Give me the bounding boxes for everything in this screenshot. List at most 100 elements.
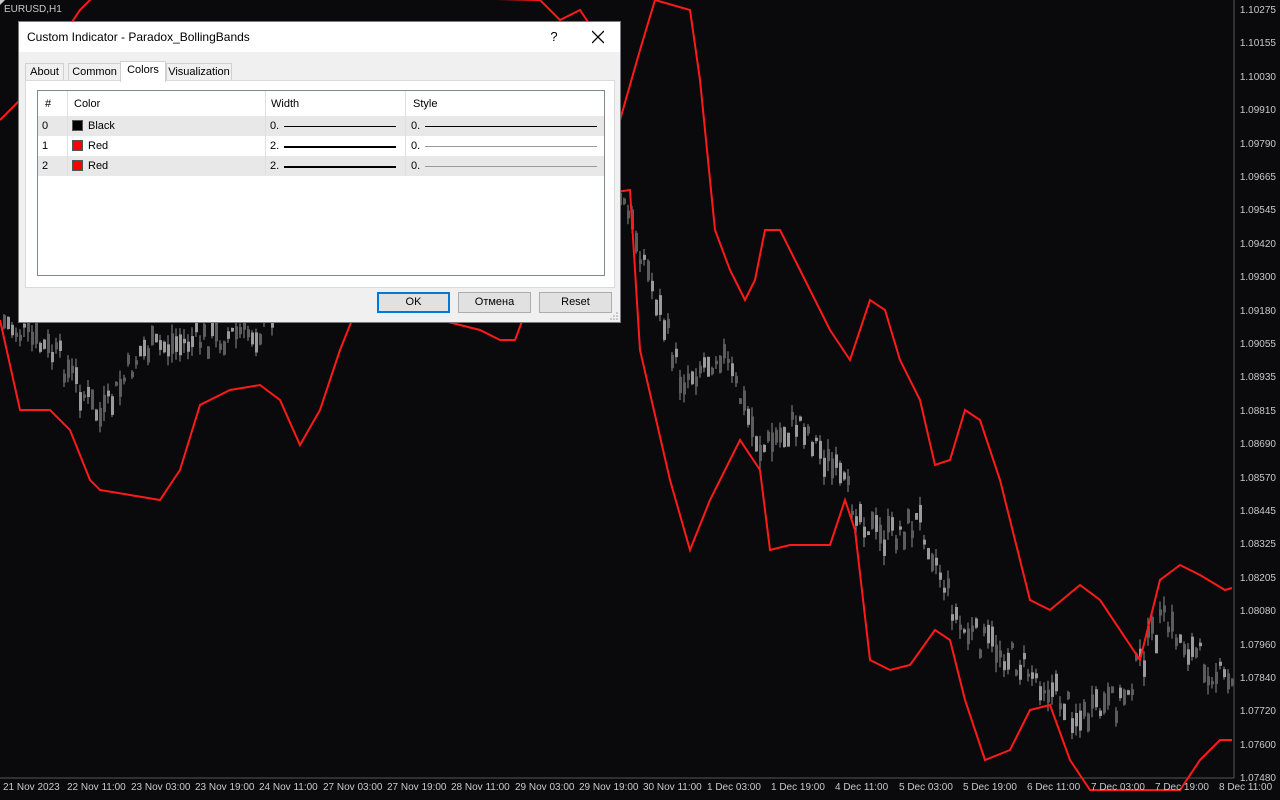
column-header-width[interactable]: Width: [266, 91, 406, 116]
candle: [259, 334, 262, 345]
row-index: 2: [42, 160, 49, 172]
candle: [919, 504, 922, 523]
candle: [991, 626, 994, 647]
column-header-index[interactable]: #: [38, 91, 68, 116]
candle: [1151, 616, 1154, 634]
candle: [103, 394, 106, 413]
candle: [151, 326, 154, 345]
time-tick-label: 21 Nov 2023: [3, 782, 60, 793]
candle: [127, 354, 130, 365]
grid-header: # Color Width Style: [38, 91, 604, 116]
candle: [759, 444, 762, 461]
dialog-title: Custom Indicator - Paradox_BollingBands: [27, 30, 250, 44]
candle: [1007, 652, 1010, 670]
style-line-sample: [425, 146, 597, 147]
candle: [775, 429, 778, 443]
candle: [639, 259, 642, 264]
table-row[interactable]: 0 Black 0. 0.: [38, 116, 604, 136]
candle: [755, 436, 758, 452]
cancel-button[interactable]: Отмена: [458, 292, 531, 313]
custom-indicator-dialog: Custom Indicator - Paradox_BollingBands …: [18, 21, 621, 323]
time-tick-label: 6 Dec 11:00: [1027, 782, 1081, 793]
candle: [1087, 713, 1090, 732]
resize-grip-icon[interactable]: [610, 312, 618, 320]
candle: [199, 342, 202, 348]
candle: [655, 299, 658, 316]
candle: [1095, 689, 1098, 708]
candle: [175, 336, 178, 352]
candle: [1035, 673, 1038, 679]
dialog-titlebar[interactable]: Custom Indicator - Paradox_BollingBands …: [19, 22, 620, 52]
candle: [707, 356, 710, 377]
candle: [995, 644, 998, 663]
candle: [1183, 643, 1186, 655]
color-select[interactable]: Black: [68, 116, 266, 136]
candle: [967, 628, 970, 645]
candle: [1119, 687, 1122, 699]
close-button[interactable]: [585, 26, 611, 48]
candle: [711, 367, 714, 375]
candle: [815, 437, 818, 442]
candle: [847, 475, 850, 486]
width-select[interactable]: 0.: [266, 116, 406, 136]
candle: [1051, 682, 1054, 697]
candle: [91, 389, 94, 410]
candle: [819, 440, 822, 459]
ok-button[interactable]: OK: [377, 292, 450, 313]
reset-button[interactable]: Reset: [539, 292, 612, 313]
style-select[interactable]: 0.: [406, 156, 604, 176]
tab-visualization[interactable]: Visualization: [166, 63, 232, 81]
width-select[interactable]: 2.: [266, 156, 406, 176]
candle: [1055, 673, 1058, 692]
candle: [827, 449, 830, 462]
column-header-color[interactable]: Color: [68, 91, 266, 116]
candle: [1091, 694, 1094, 709]
color-select[interactable]: Red: [68, 156, 266, 176]
candle: [1047, 689, 1050, 703]
candle: [743, 390, 746, 411]
column-header-style[interactable]: Style: [406, 91, 604, 116]
candle: [843, 472, 846, 480]
tab-common[interactable]: Common: [68, 63, 121, 81]
candle: [1127, 690, 1130, 695]
candle: [1143, 660, 1146, 677]
candle: [935, 557, 938, 566]
candle: [95, 409, 98, 421]
candle: [899, 526, 902, 530]
tab-about[interactable]: About: [25, 63, 64, 81]
candle: [51, 351, 54, 363]
candle: [679, 376, 682, 394]
table-row[interactable]: 1 Red 2. 0.: [38, 136, 604, 156]
candle: [947, 578, 950, 589]
candle: [807, 426, 810, 434]
width-select[interactable]: 2.: [266, 136, 406, 156]
tab-colors[interactable]: Colors: [120, 61, 166, 82]
candle: [211, 321, 214, 337]
candle: [155, 333, 158, 343]
candle: [727, 358, 730, 363]
candle: [779, 427, 782, 443]
candle: [235, 326, 238, 340]
candle: [1031, 672, 1034, 679]
candle: [219, 343, 222, 350]
candle: [1115, 710, 1118, 724]
candle: [723, 344, 726, 359]
help-button[interactable]: ?: [543, 26, 565, 48]
time-tick-label: 23 Nov 03:00: [131, 782, 191, 793]
color-select[interactable]: Red: [68, 136, 266, 156]
candle: [1163, 605, 1166, 613]
table-row[interactable]: 2 Red 2. 0.: [38, 156, 604, 176]
candle: [683, 382, 686, 395]
candle: [623, 198, 626, 204]
candle: [191, 336, 194, 348]
time-tick-label: 28 Nov 11:00: [451, 782, 510, 793]
style-select[interactable]: 0.: [406, 116, 604, 136]
candle: [115, 381, 118, 386]
candle: [875, 515, 878, 532]
candle: [1179, 634, 1182, 643]
candle: [251, 332, 254, 345]
time-tick-label: 5 Dec 03:00: [899, 782, 953, 793]
style-select[interactable]: 0.: [406, 136, 604, 156]
candle: [1063, 703, 1066, 720]
price-tick-label: 1.08205: [1239, 572, 1276, 584]
